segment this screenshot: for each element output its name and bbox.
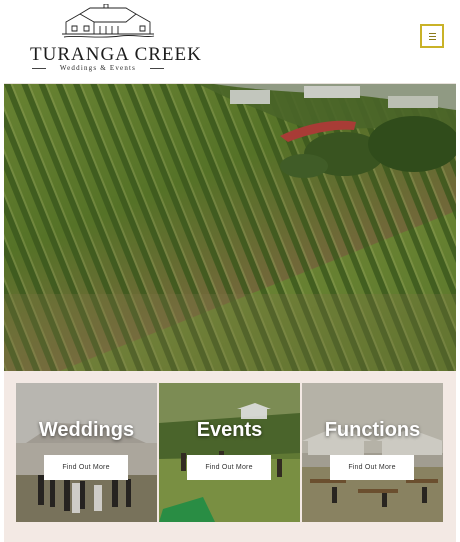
card-events[interactable]: Events Find Out More [159, 383, 300, 522]
vineyard-photo [4, 84, 456, 371]
homestead-logo-icon [62, 4, 155, 38]
functions-find-out-more-button[interactable]: Find Out More [330, 455, 414, 480]
card-weddings-title: Weddings [38, 419, 135, 441]
page: Turanga Creek Weddings & Events [4, 0, 456, 542]
events-find-out-more-button[interactable]: Find Out More [187, 455, 271, 480]
hero-vineyard-image [4, 84, 456, 371]
logo[interactable]: Turanga Creek Weddings & Events [30, 4, 202, 74]
brand-title: Turanga Creek [30, 44, 202, 65]
feature-cards: Weddings Find Out More Events Find Out M… [16, 383, 444, 522]
functions-photo [302, 383, 443, 522]
weddings-find-out-more-button[interactable]: Find Out More [44, 455, 128, 480]
logo-rule-right [150, 68, 164, 69]
card-weddings[interactable]: Weddings Find Out More [16, 383, 157, 522]
hamburger-menu-icon-line [429, 36, 436, 37]
card-functions-title: Functions [324, 419, 421, 441]
card-events-title: Events [196, 419, 263, 441]
site-header: Turanga Creek Weddings & Events [4, 0, 456, 84]
hamburger-menu-icon-line [429, 33, 436, 34]
events-photo [159, 383, 300, 522]
brand-subtitle: Weddings & Events [59, 64, 137, 72]
hamburger-menu-icon-line [429, 39, 436, 40]
hamburger-menu-button[interactable] [420, 24, 444, 48]
weddings-photo [16, 383, 157, 522]
card-functions[interactable]: Functions Find Out More [302, 383, 443, 522]
